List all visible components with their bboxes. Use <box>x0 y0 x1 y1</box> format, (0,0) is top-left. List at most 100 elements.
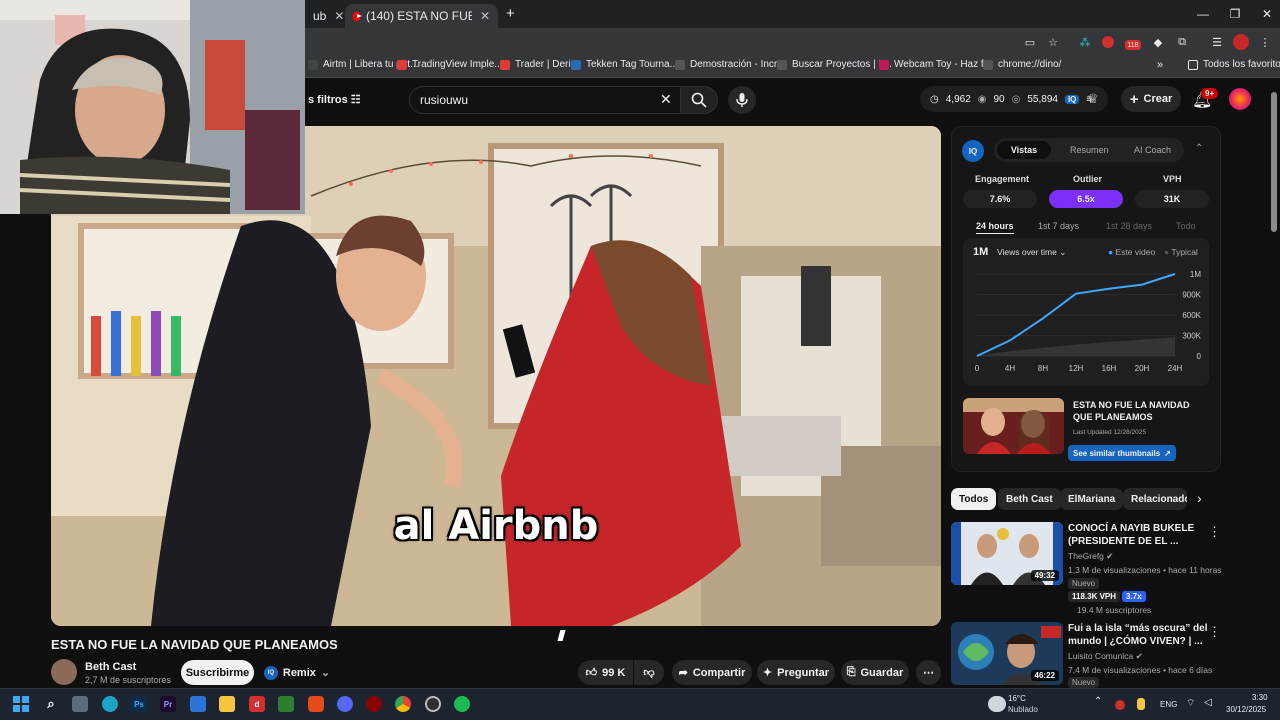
obs-icon[interactable] <box>425 696 441 712</box>
bookmark-item[interactable]: Tekken Tag Tourna... <box>571 59 678 70</box>
store-icon[interactable] <box>190 696 206 712</box>
tab-ai-coach[interactable]: AI Coach <box>1134 145 1171 155</box>
chevron-up-icon[interactable]: ⌃ <box>1195 143 1203 154</box>
ask-button[interactable]: ✦ Preguntar <box>757 660 835 685</box>
subscribe-label: Suscribirme <box>185 666 250 679</box>
extension-icon[interactable]: ⁂ <box>1077 34 1093 50</box>
all-bookmarks[interactable]: Todos los favoritos <box>1188 59 1280 70</box>
premiere-icon[interactable]: Pr <box>160 696 176 712</box>
tray-icon[interactable] <box>1115 700 1125 710</box>
chip-elmariana[interactable]: ElMariana <box>1060 488 1124 510</box>
folder-icon[interactable] <box>219 696 235 712</box>
menu-icon[interactable]: ⋮ <box>1257 34 1273 50</box>
tab-resumen[interactable]: Resumen <box>1070 145 1109 155</box>
bookmark-item[interactable]: Trader | Deriv <box>500 59 576 70</box>
bookmark-item[interactable]: chrome://dino/ <box>983 59 1061 70</box>
profile-avatar[interactable] <box>1233 34 1249 50</box>
bookmark-star-icon[interactable]: ☆ <box>1045 34 1061 50</box>
tab-vistas[interactable]: Vistas <box>997 141 1051 159</box>
x-tick-label: 8H <box>1038 364 1048 373</box>
rec-title[interactable]: CONOCÍ A NAYIB BUKELE (PRESIDENTE DE EL … <box>1068 522 1208 548</box>
new-tab-icon[interactable]: + <box>506 5 515 22</box>
range-all[interactable]: Todo <box>1176 221 1196 231</box>
weather-temp[interactable]: 16°C <box>1008 694 1026 703</box>
more-actions-button[interactable]: ⋯ <box>916 660 941 685</box>
deriv-icon[interactable]: d <box>249 696 265 712</box>
extension-icon[interactable] <box>1102 36 1114 48</box>
close-window-icon[interactable]: ✕ <box>1250 0 1280 28</box>
dislike-button[interactable]: 👎︎ <box>634 660 664 685</box>
page-scrollbar[interactable] <box>1270 88 1278 688</box>
chevron-right-icon[interactable]: › <box>1197 490 1202 506</box>
channel-avatar[interactable] <box>51 659 77 685</box>
chip-todos[interactable]: Todos <box>951 488 997 510</box>
clock-time[interactable]: 3:30 <box>1252 693 1268 702</box>
similar-thumbnails-button[interactable]: See similar thumbnails ↗ <box>1068 445 1176 461</box>
ask-label: Preguntar <box>777 666 830 679</box>
create-button[interactable]: + Crear <box>1121 86 1181 112</box>
minimize-icon[interactable]: — <box>1186 0 1220 28</box>
maximize-icon[interactable]: ❐ <box>1218 0 1252 28</box>
video-thumbnail[interactable] <box>963 398 1064 454</box>
windows-start-icon[interactable] <box>13 696 29 712</box>
remix-button[interactable]: IQ Remix ⌄ <box>262 660 332 685</box>
like-button[interactable]: 👍︎ 99 K <box>578 660 633 685</box>
sidebar-icon[interactable]: ☰ <box>1209 34 1225 50</box>
bookmark-item[interactable]: Buscar Proyectos | F... <box>777 59 892 70</box>
rec-title[interactable]: Fui a la isla “más oscura” del mundo | ¿… <box>1068 622 1208 648</box>
subscribe-button[interactable]: Suscribirme <box>181 660 254 685</box>
rec-channel[interactable]: Luisito Comunica ✔ <box>1068 651 1143 662</box>
clear-search-icon[interactable]: ✕ <box>660 91 672 108</box>
tab-previous[interactable]: ub ✕ <box>305 4 343 28</box>
edge-icon[interactable] <box>102 696 118 712</box>
more-bookmarks-icon[interactable]: » <box>1157 59 1163 71</box>
filters-button[interactable]: s filtros ☷ <box>308 93 361 106</box>
app-icon[interactable] <box>366 696 382 712</box>
chip-beth-cast[interactable]: Beth Cast <box>998 488 1061 510</box>
share-button[interactable]: ➦ Compartir <box>672 660 752 685</box>
volume-icon[interactable]: ◁ <box>1204 697 1212 708</box>
cast-icon[interactable]: ▭ <box>1022 34 1038 50</box>
discord-icon[interactable] <box>337 696 353 712</box>
brave-icon[interactable] <box>308 696 324 712</box>
close-icon[interactable]: ✕ <box>326 9 343 23</box>
minecraft-icon[interactable] <box>278 696 294 712</box>
spotify-icon[interactable] <box>454 696 470 712</box>
photoshop-icon[interactable]: Ps <box>131 696 147 712</box>
trophy-icon[interactable]: ♕ <box>1087 91 1099 107</box>
close-icon[interactable]: ✕ <box>472 9 490 23</box>
bookmark-item[interactable]: Webcam Toy - Haz f... <box>879 59 992 70</box>
search-input[interactable]: rusiouwu <box>409 86 681 114</box>
channel-stats[interactable]: ◷ 4,962 ◉ 90 ◎ 55,894 IQ ≡ <box>920 86 1108 112</box>
rec-channel[interactable]: TheGrefg ✔ <box>1068 551 1113 562</box>
video-caption: al Airbnb <box>393 503 599 549</box>
task-view-icon[interactable] <box>72 696 88 712</box>
more-icon[interactable]: ⋮ <box>1208 624 1221 640</box>
range-28d[interactable]: 1st 28 days <box>1106 221 1152 231</box>
range-24h[interactable]: 24 hours <box>976 221 1014 234</box>
language-indicator[interactable]: ENG <box>1160 700 1177 709</box>
chrome-icon[interactable] <box>395 696 411 712</box>
save-button[interactable]: ⎘ Guardar <box>841 660 909 685</box>
tray-icon[interactable] <box>1137 698 1145 710</box>
rec-thumbnail[interactable]: 49:32 <box>951 522 1063 585</box>
wifi-icon[interactable]: ⌔ <box>1186 697 1195 710</box>
search-button[interactable] <box>680 86 718 114</box>
chip-relacionado[interactable]: Relacionado <box>1123 488 1187 510</box>
rec-thumbnail[interactable]: 46:22 <box>951 622 1063 685</box>
tab-label: ub <box>313 9 327 23</box>
channel-name[interactable]: Beth Cast <box>85 661 136 673</box>
tab-active[interactable]: (140) ESTA NO FUE LA NAVIDAD ✕ <box>345 4 498 28</box>
chart-metric-select[interactable]: Views over time ⌄ <box>997 247 1066 258</box>
tray-chevron-icon[interactable]: ⌃ <box>1094 696 1102 707</box>
more-icon[interactable]: ⋮ <box>1208 524 1221 540</box>
extension-icon[interactable]: ◆ <box>1150 34 1166 50</box>
voice-search-button[interactable] <box>728 86 756 114</box>
bookmark-item[interactable]: TradingView Imple... <box>397 59 503 70</box>
range-7d[interactable]: 1st 7 days <box>1038 221 1079 231</box>
search-icon[interactable]: ⌕ <box>43 696 59 712</box>
avatar[interactable] <box>1229 88 1251 110</box>
bookmark-item[interactable]: Demostración - Incr... <box>675 59 785 70</box>
iq-logo-icon: IQ <box>263 665 278 680</box>
puzzle-icon[interactable]: ⧉ <box>1174 34 1190 50</box>
